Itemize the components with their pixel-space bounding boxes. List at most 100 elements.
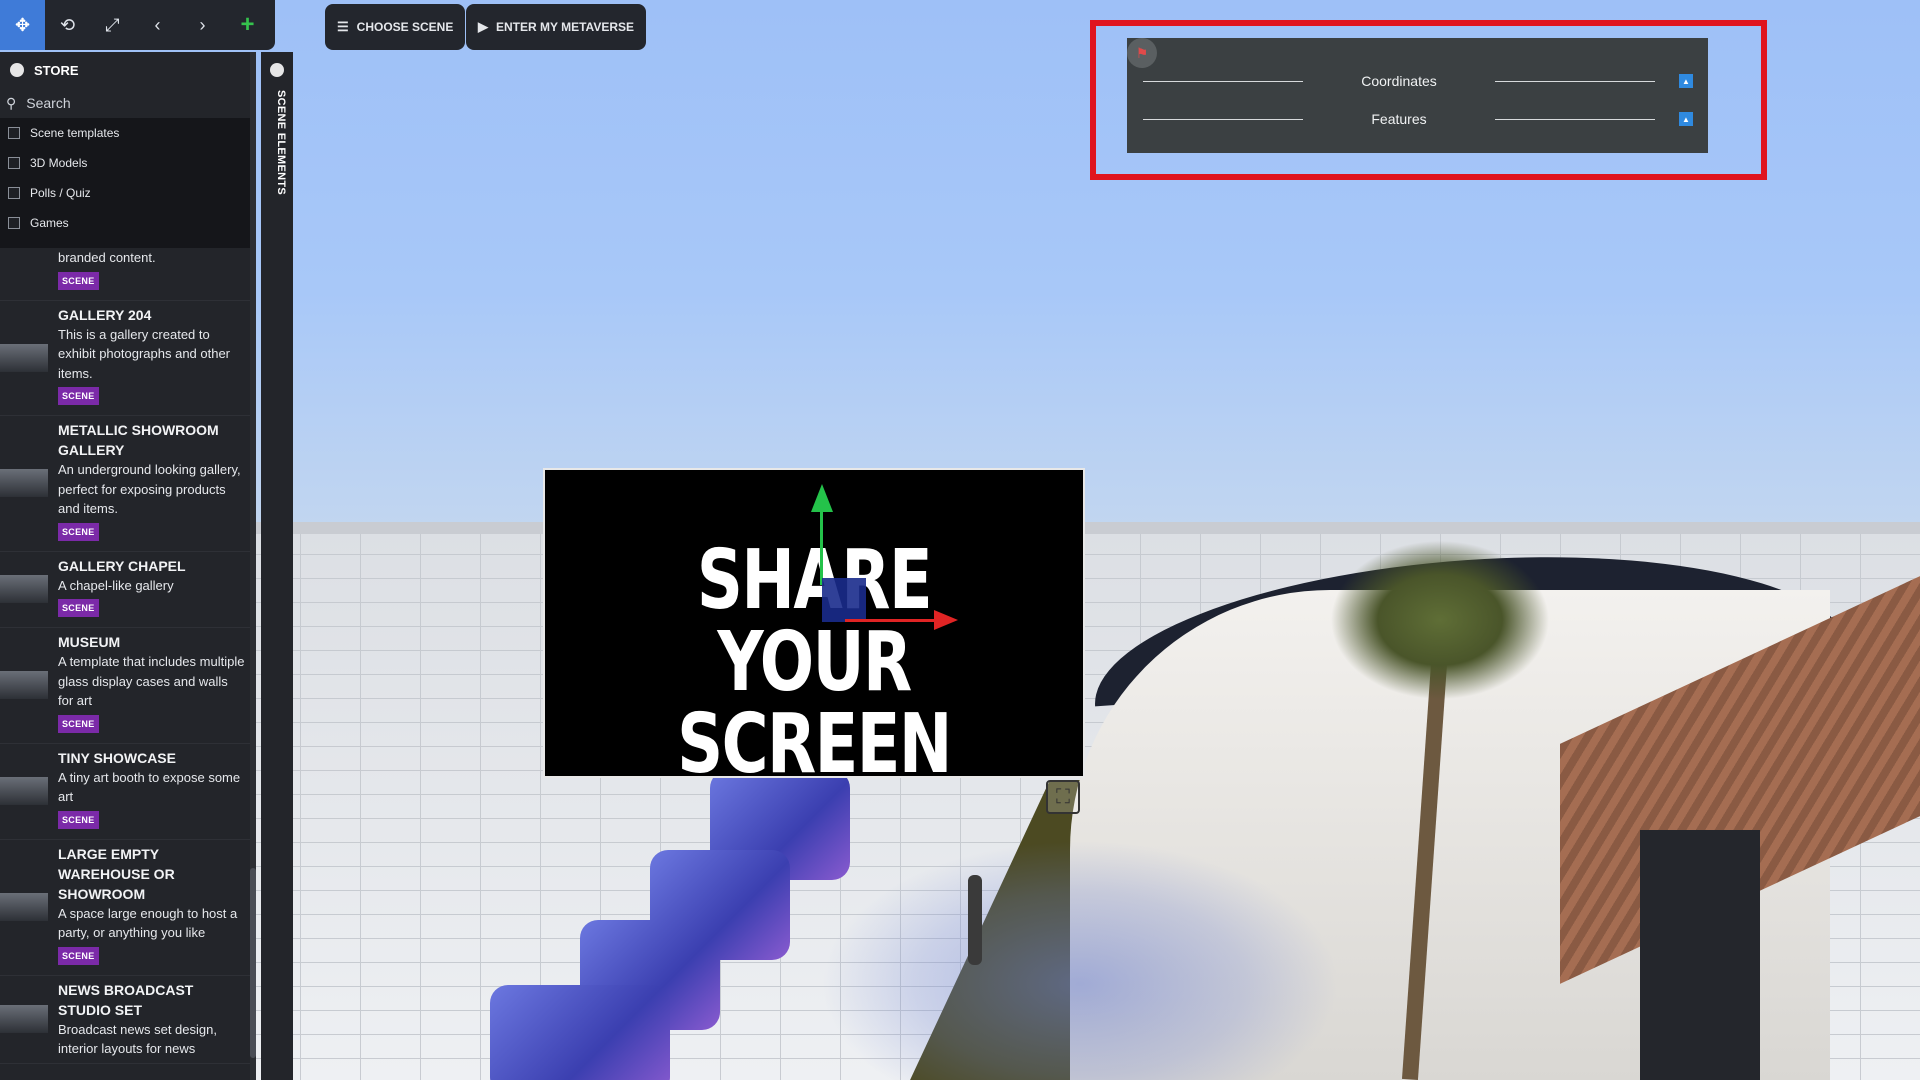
item-description: This is a gallery created to exhibit pho…: [58, 326, 231, 381]
filter-dropdown: Scene templates 3D Models Polls / Quiz G…: [0, 118, 250, 248]
item-thumbnail: [0, 343, 48, 372]
building-window: [1640, 830, 1760, 1080]
filter-games[interactable]: Games: [0, 208, 250, 238]
item-title: MUSEUM: [58, 634, 121, 650]
store-item[interactable]: TINY SHOWCASE A tiny art booth to expose…: [0, 744, 250, 840]
play-icon: ▶: [478, 19, 488, 34]
filter-label: Games: [30, 216, 69, 230]
item-title: NEWS BROADCAST STUDIO SET: [58, 981, 194, 1018]
rotate-tool-button[interactable]: ⟲: [45, 0, 90, 50]
item-title: METALLIC SHOWROOM GALLERY: [58, 422, 219, 458]
search-bar[interactable]: ⚲ Search: [0, 88, 256, 118]
decor-tree: [820, 840, 1340, 1080]
item-thumbnail: [0, 671, 48, 700]
item-description: A space large enough to host a party, or…: [58, 905, 238, 941]
gizmo-x-arrow-icon[interactable]: [934, 610, 958, 630]
fullscreen-icon[interactable]: ⛶: [1046, 780, 1080, 814]
divider: [1143, 118, 1303, 120]
item-description: branded content.: [58, 250, 156, 265]
item-badge: SCENE: [58, 387, 99, 405]
scrollbar-thumb[interactable]: [250, 868, 256, 1058]
item-badge: SCENE: [58, 810, 99, 829]
expand-arrow-icon[interactable]: ▲: [1679, 112, 1693, 126]
enter-metaverse-button[interactable]: ▶ ENTER MY METAVERSE: [466, 4, 647, 50]
filter-label: 3D Models: [30, 156, 88, 170]
palm-tree-leaves: [1330, 540, 1550, 700]
store-item[interactable]: NEWS BROADCAST STUDIO SET Broadcast news…: [0, 976, 250, 1064]
expand-dot-icon[interactable]: [270, 63, 284, 77]
store-item-list: branded content. SCENE GALLERY 204 This …: [0, 248, 250, 1064]
item-badge: SCENE: [58, 599, 99, 617]
expand-arrow-icon[interactable]: ▲: [1679, 74, 1693, 88]
filter-label: Polls / Quiz: [30, 186, 91, 200]
booth[interactable]: [490, 985, 670, 1080]
gizmo-x-axis[interactable]: [845, 619, 945, 622]
checkbox[interactable]: [8, 187, 20, 199]
board-text-line2: SCREEN: [677, 697, 952, 792]
item-badge: SCENE: [58, 522, 99, 541]
transform-toolbar: ✥ ⟲ ⤢ ‹ › +: [0, 0, 275, 50]
store-item[interactable]: GALLERY CHAPEL A chapel-like gallery SCE…: [0, 552, 250, 628]
properties-panel: Coordinates ▲ Features ▲: [1127, 38, 1708, 153]
filter-label: Scene templates: [30, 126, 120, 140]
choose-scene-button[interactable]: ☰ CHOOSE SCENE: [325, 4, 466, 50]
search-icon: ⚲: [6, 94, 17, 111]
item-thumbnail: [0, 469, 48, 498]
item-badge: SCENE: [58, 946, 99, 965]
collapse-dot-icon[interactable]: [10, 63, 24, 77]
checkbox[interactable]: [8, 127, 20, 139]
move-tool-button[interactable]: ✥: [0, 0, 45, 50]
gizmo-y-arrow-icon[interactable]: [811, 484, 833, 512]
chevron-right-icon: ›: [199, 14, 206, 35]
item-title: LARGE EMPTY WAREHOUSE OR SHOWROOM: [58, 845, 175, 902]
item-title: GALLERY 204: [58, 306, 152, 323]
add-element-button[interactable]: +: [225, 0, 270, 50]
filter-3d-models[interactable]: 3D Models: [0, 148, 250, 178]
item-description: A template that includes multiple glass …: [58, 654, 245, 708]
store-item[interactable]: GALLERY 204 This is a gallery created to…: [0, 301, 250, 416]
coordinates-label: Coordinates: [1361, 73, 1437, 89]
share-screen-board[interactable]: SHARE YOUR SCREEN: [543, 468, 1085, 786]
checkbox[interactable]: [8, 157, 20, 169]
filter-polls-quiz[interactable]: Polls / Quiz: [0, 178, 250, 208]
item-description: A tiny art booth to expose some art: [58, 769, 241, 805]
coordinates-row[interactable]: Coordinates ▲: [1143, 71, 1693, 91]
plus-icon: +: [240, 11, 255, 38]
undo-button[interactable]: ‹: [135, 0, 180, 50]
store-title: STORE: [34, 62, 79, 78]
item-title: TINY SHOWCASE: [58, 749, 176, 766]
item-thumbnail: [0, 575, 48, 604]
chevron-left-icon: ‹: [154, 14, 161, 35]
scale-tool-button[interactable]: ⤢: [90, 0, 135, 50]
item-thumbnail: [0, 1005, 48, 1033]
store-panel: STORE ⚲ Search Scene templates 3D Models…: [0, 52, 256, 1080]
store-item[interactable]: METALLIC SHOWROOM GALLERY An underground…: [0, 416, 250, 552]
choose-scene-label: CHOOSE SCENE: [356, 20, 454, 34]
item-thumbnail: [0, 893, 48, 921]
item-thumbnail: [0, 777, 48, 805]
filter-scene-templates[interactable]: Scene templates: [0, 118, 250, 148]
features-row[interactable]: Features ▲: [1143, 109, 1693, 129]
rotate-icon: ⟲: [59, 14, 76, 35]
search-input[interactable]: Search: [26, 95, 70, 111]
booth-row[interactable]: [480, 770, 850, 1080]
scene-elements-tab[interactable]: SCENE ELEMENTS: [261, 52, 293, 1080]
store-header[interactable]: STORE: [0, 52, 256, 88]
item-description: Broadcast news set design, interior layo…: [58, 1021, 217, 1057]
item-description: An underground looking gallery, perfect …: [58, 462, 241, 516]
list-icon: ☰: [337, 19, 349, 34]
move-icon: ✥: [14, 14, 31, 35]
gizmo-plane-handle[interactable]: [822, 578, 866, 622]
store-item[interactable]: branded content. SCENE: [0, 248, 250, 301]
redo-button[interactable]: ›: [180, 0, 225, 50]
enter-metaverse-label: ENTER MY METAVERSE: [496, 20, 635, 34]
board-text-line1: SHARE YOUR: [696, 533, 933, 710]
avatar-figure: [968, 875, 982, 965]
store-item[interactable]: MUSEUM A template that includes multiple…: [0, 628, 250, 744]
checkbox[interactable]: [8, 217, 20, 229]
item-title: GALLERY CHAPEL: [58, 557, 186, 574]
scene-elements-label: SCENE ELEMENTS: [275, 90, 287, 196]
pin-icon[interactable]: ⚑: [1127, 38, 1157, 68]
store-item[interactable]: LARGE EMPTY WAREHOUSE OR SHOWROOM A spac…: [0, 840, 250, 976]
item-badge: SCENE: [58, 714, 99, 733]
